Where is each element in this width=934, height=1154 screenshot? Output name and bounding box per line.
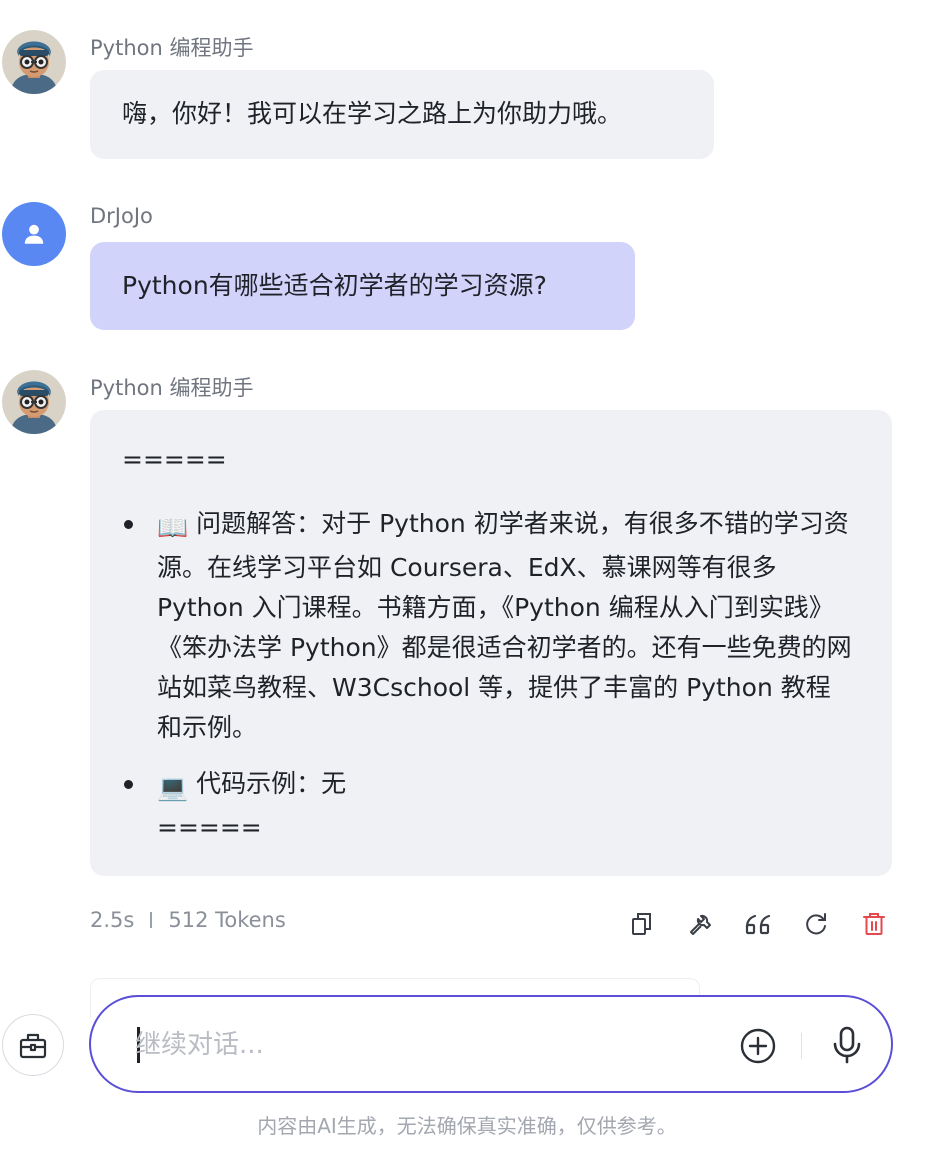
- toolbox-icon: [19, 1033, 47, 1059]
- delete-button[interactable]: [858, 906, 890, 942]
- stats-divider: [150, 912, 153, 928]
- assistant-message-bubble: 嗨，你好！我可以在学习之路上为你助力哦。: [90, 70, 714, 159]
- add-attachment-button[interactable]: [739, 1027, 777, 1065]
- user-message-bubble: Python有哪些适合初学者的学习资源?: [90, 242, 635, 330]
- message-assistant-answer: Python 编程助手 ===== 📖 问题解答：对于 Python 初学者来说，…: [0, 340, 934, 880]
- copy-button[interactable]: [626, 906, 658, 942]
- list-item: 📖 问题解答：对于 Python 初学者来说，有很多不错的学习资源。在线学习平台如…: [122, 504, 852, 748]
- message-assistant-greeting: Python 编程助手 嗨，你好！我可以在学习之路上为你助力哦。: [0, 0, 934, 170]
- message-actions: [626, 906, 890, 942]
- regenerate-button[interactable]: [800, 906, 832, 942]
- response-duration: 2.5s: [90, 908, 135, 932]
- sender-name: Python 编程助手: [90, 376, 254, 400]
- answer-separator: =====: [157, 813, 262, 842]
- response-stats: 2.5s 512 Tokens: [90, 908, 286, 932]
- laptop-icon: 💻: [157, 773, 189, 802]
- plus-circle-icon: [740, 1028, 776, 1064]
- ai-disclaimer: 内容由AI生成，无法确保真实准确，仅供参考。: [257, 1114, 677, 1138]
- answer-separator: =====: [122, 445, 227, 474]
- token-count: 512 Tokens: [168, 908, 286, 932]
- message-user: DrJoJo Python有哪些适合初学者的学习资源?: [0, 170, 934, 340]
- list-item-text: 代码示例：无: [196, 769, 347, 798]
- copy-icon: [632, 913, 651, 935]
- quote-icon: [745, 914, 771, 935]
- input-divider: [801, 1033, 802, 1059]
- assistant-avatar[interactable]: [2, 370, 66, 434]
- microphone-icon: [833, 1026, 861, 1064]
- list-item-text: 问题解答：对于 Python 初学者来说，有很多不错的学习资源。在线学习平台如 …: [157, 509, 852, 742]
- sender-name: Python 编程助手: [90, 36, 254, 60]
- robot-avatar-icon: [2, 370, 66, 434]
- wrench-icon: [690, 914, 711, 935]
- assistant-avatar[interactable]: [2, 30, 66, 94]
- toolbox-button[interactable]: [2, 1014, 64, 1076]
- answer-list: 📖 问题解答：对于 Python 初学者来说，有很多不错的学习资源。在线学习平台如…: [122, 504, 852, 848]
- delete-icon: [863, 913, 885, 935]
- chat-input-container: [89, 995, 893, 1093]
- voice-input-button[interactable]: [829, 1025, 865, 1065]
- user-icon: [24, 224, 44, 244]
- book-icon: 📖: [157, 513, 189, 542]
- message-text: Python有哪些适合初学者的学习资源?: [122, 271, 547, 300]
- quote-button[interactable]: [742, 906, 774, 942]
- robot-avatar-icon: [2, 30, 66, 94]
- list-item: 💻 代码示例：无 =====: [122, 764, 852, 848]
- tools-button[interactable]: [684, 906, 716, 942]
- chat-input[interactable]: [135, 1019, 695, 1071]
- refresh-icon: [806, 913, 826, 935]
- assistant-answer-bubble: ===== 📖 问题解答：对于 Python 初学者来说，有很多不错的学习资源。在…: [90, 410, 892, 876]
- sender-name: DrJoJo: [90, 204, 153, 228]
- message-text: 嗨，你好！我可以在学习之路上为你助力哦。: [122, 99, 623, 128]
- user-avatar[interactable]: [2, 202, 66, 266]
